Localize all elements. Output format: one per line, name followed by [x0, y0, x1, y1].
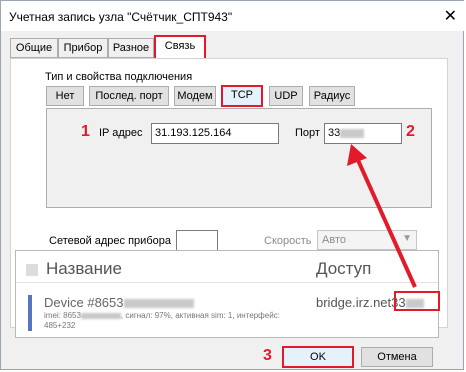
annotation-arrow: [347, 144, 417, 288]
dialog-window: Учетная запись узла "Счётчик_СПТ943" ✕ О…: [0, 0, 465, 370]
arrow-line: [355, 157, 417, 288]
annotation-number-3: 3: [263, 347, 272, 364]
ok-button[interactable]: OK: [282, 346, 354, 368]
cancel-button[interactable]: Отмена: [361, 347, 433, 367]
